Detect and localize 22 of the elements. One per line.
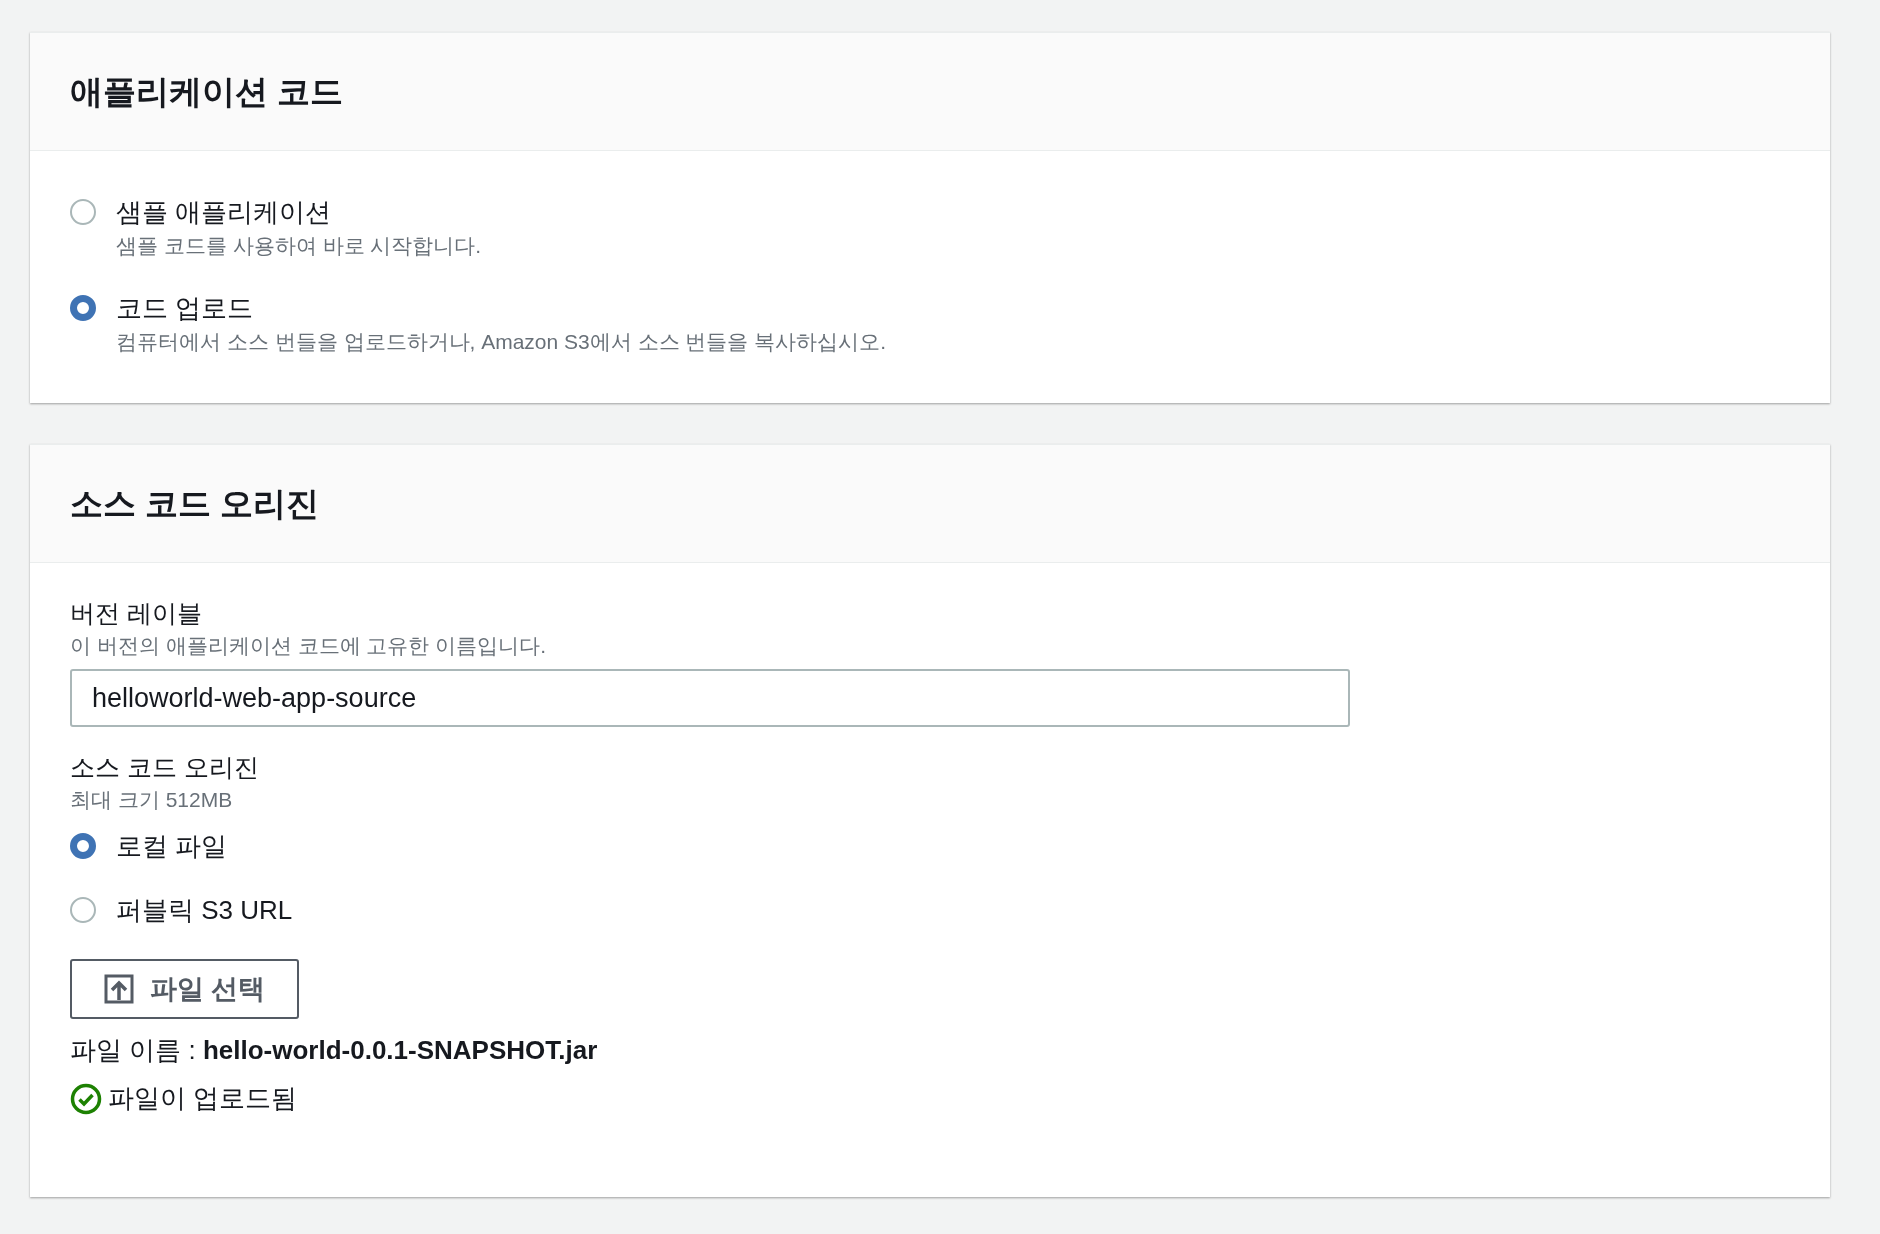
field-label: 소스 코드 오리진 <box>70 752 260 783</box>
choose-file-button[interactable]: 파일 선택 <box>70 959 299 1019</box>
upload-icon <box>103 974 134 1004</box>
field-hint: 최대 크기 512MB <box>70 787 234 813</box>
radio-button[interactable] <box>70 199 96 225</box>
version-label-input[interactable]: helloworld-web-app-source <box>70 669 1350 727</box>
file-name-text: 파일 이름 : hello-world-0.0.1-SNAPSHOT.jar <box>70 1034 599 1067</box>
radio-button[interactable] <box>70 897 96 923</box>
radio-button[interactable] <box>70 833 96 859</box>
section-title: 애플리케이션 코드 <box>70 71 344 112</box>
field-label: 버전 레이블 <box>70 598 203 629</box>
radio-label[interactable]: 샘플 애플리케이션 <box>116 193 482 231</box>
upload-status-text: 파일이 업로드됨 <box>108 1082 298 1115</box>
radio-description: 샘플 코드를 사용하여 바로 시작합니다. <box>116 233 482 259</box>
radio-description: 컴퓨터에서 소스 번들을 업로드하거나, Amazon S3에서 소스 번들을 복사하십시오. <box>116 329 887 355</box>
radio-label[interactable]: 퍼블릭 S3 URL <box>116 891 293 929</box>
radio-button[interactable] <box>70 295 96 321</box>
field-hint: 이 버전의 애플리케이션 코드에 고유한 이름입니다. <box>70 633 547 659</box>
section-title: 소스 코드 오리진 <box>70 483 320 524</box>
success-check-icon <box>70 1082 102 1115</box>
radio-label[interactable]: 로컬 파일 <box>116 827 228 865</box>
radio-label[interactable]: 코드 업로드 <box>116 289 887 327</box>
